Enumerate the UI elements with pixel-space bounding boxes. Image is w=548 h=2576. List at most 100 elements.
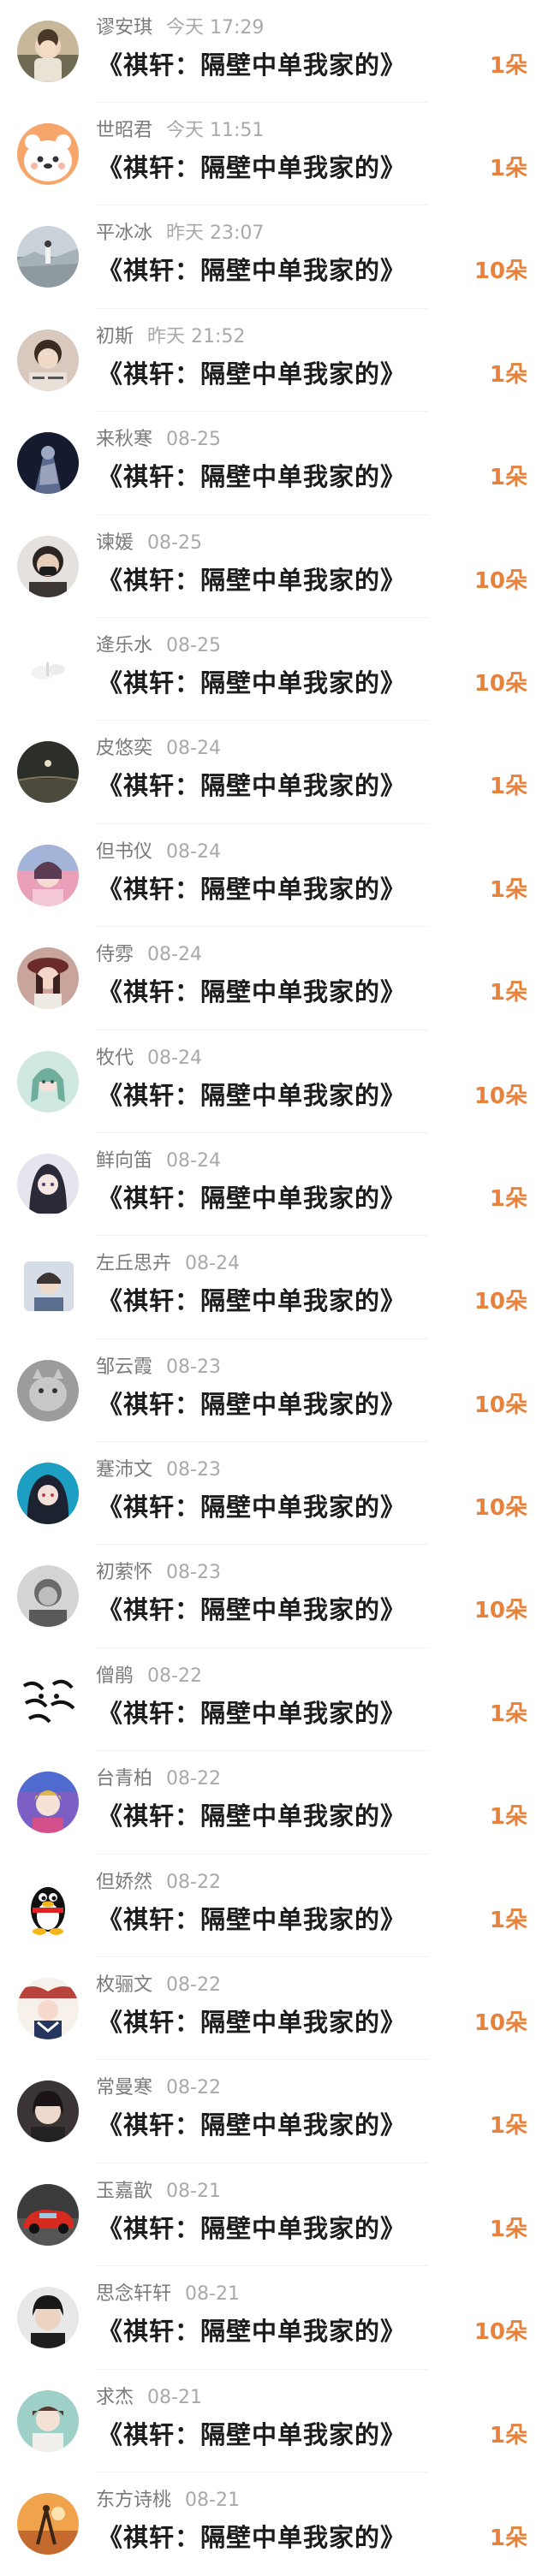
list-item[interactable]: 来秋寒 08-25 《祺轩：隔壁中单我家的》 1朵 bbox=[0, 412, 548, 515]
item-title[interactable]: 《祺轩：隔壁中单我家的》 bbox=[98, 2520, 406, 2555]
item-title[interactable]: 《祺轩：隔壁中单我家的》 bbox=[98, 1284, 406, 1318]
item-title[interactable]: 《祺轩：隔壁中单我家的》 bbox=[98, 2005, 406, 2039]
item-title[interactable]: 《祺轩：隔壁中单我家的》 bbox=[98, 1181, 406, 1215]
avatar[interactable] bbox=[17, 844, 79, 906]
list-item[interactable]: 枚骊文 08-22 《祺轩：隔壁中单我家的》 10朵 bbox=[0, 1957, 548, 2061]
user-name[interactable]: 台青柏 bbox=[96, 1768, 152, 1790]
item-title[interactable]: 《祺轩：隔壁中单我家的》 bbox=[98, 2108, 406, 2142]
list-item[interactable]: 东方诗桃 08-21 《祺轩：隔壁中单我家的》 1朵 bbox=[0, 2472, 548, 2575]
avatar[interactable] bbox=[17, 1359, 79, 1422]
item-title[interactable]: 《祺轩：隔壁中单我家的》 bbox=[98, 1490, 406, 1524]
item-title[interactable]: 《祺轩：隔壁中单我家的》 bbox=[98, 1387, 406, 1422]
user-name[interactable]: 东方诗桃 bbox=[96, 2490, 171, 2511]
user-name[interactable]: 但书仪 bbox=[96, 841, 152, 863]
user-name[interactable]: 谏媛 bbox=[96, 532, 134, 554]
avatar[interactable] bbox=[17, 123, 79, 185]
avatar[interactable] bbox=[17, 1668, 79, 1730]
list-item[interactable]: 初斯 昨天 21:52 《祺轩：隔壁中单我家的》 1朵 bbox=[0, 309, 548, 413]
avatar[interactable] bbox=[17, 21, 79, 82]
list-item[interactable]: 台青柏 08-22 《祺轩：隔壁中单我家的》 1朵 bbox=[0, 1751, 548, 1855]
avatar[interactable] bbox=[17, 1874, 79, 1937]
list-item[interactable]: 邹云霞 08-23 《祺轩：隔壁中单我家的》 10朵 bbox=[0, 1339, 548, 1443]
user-name[interactable]: 左丘思卉 bbox=[96, 1253, 171, 1274]
list-item[interactable]: 鲜向笛 08-24 《祺轩：隔壁中单我家的》 1朵 bbox=[0, 1133, 548, 1237]
user-name[interactable]: 初萦怀 bbox=[96, 1562, 152, 1583]
user-name[interactable]: 逄乐水 bbox=[96, 635, 152, 656]
item-title[interactable]: 《祺轩：隔壁中单我家的》 bbox=[98, 666, 406, 700]
avatar[interactable] bbox=[17, 947, 79, 1010]
avatar[interactable] bbox=[17, 1050, 79, 1113]
list-item[interactable]: 平冰冰 昨天 23:07 《祺轩：隔壁中单我家的》 10朵 bbox=[0, 205, 548, 309]
item-title[interactable]: 《祺轩：隔壁中单我家的》 bbox=[98, 1799, 406, 1833]
item-title[interactable]: 《祺轩：隔壁中单我家的》 bbox=[98, 2418, 406, 2452]
avatar[interactable] bbox=[17, 2080, 79, 2143]
avatar[interactable] bbox=[17, 432, 79, 495]
item-title[interactable]: 《祺轩：隔壁中单我家的》 bbox=[98, 1078, 406, 1113]
list-item[interactable]: 玉嘉歆 08-21 《祺轩：隔壁中单我家的》 1朵 bbox=[0, 2163, 548, 2267]
avatar[interactable] bbox=[17, 2389, 79, 2452]
list-item[interactable]: 世昭君 今天 11:51 《祺轩：隔壁中单我家的》 1朵 bbox=[0, 103, 548, 206]
list-item[interactable]: 侍雰 08-24 《祺轩：隔壁中单我家的》 1朵 bbox=[0, 927, 548, 1030]
user-name[interactable]: 平冰冰 bbox=[96, 223, 152, 244]
item-title[interactable]: 《祺轩：隔壁中单我家的》 bbox=[98, 253, 406, 288]
avatar[interactable] bbox=[17, 1772, 79, 1834]
user-name[interactable]: 牧代 bbox=[96, 1048, 134, 1069]
avatar[interactable] bbox=[17, 1978, 79, 2040]
list-item[interactable]: 谏媛 08-25 《祺轩：隔壁中单我家的》 10朵 bbox=[0, 515, 548, 618]
item-title[interactable]: 《祺轩：隔壁中单我家的》 bbox=[98, 48, 406, 82]
item-title[interactable]: 《祺轩：隔壁中单我家的》 bbox=[98, 2211, 406, 2246]
item-title[interactable]: 《祺轩：隔壁中单我家的》 bbox=[98, 151, 406, 185]
item-title[interactable]: 《祺轩：隔壁中单我家的》 bbox=[98, 975, 406, 1009]
item-title[interactable]: 《祺轩：隔壁中单我家的》 bbox=[98, 1593, 406, 1627]
user-name[interactable]: 皮悠奕 bbox=[96, 738, 152, 759]
list-item[interactable]: 常曼寒 08-22 《祺轩：隔壁中单我家的》 1朵 bbox=[0, 2060, 548, 2163]
user-name[interactable]: 来秋寒 bbox=[96, 429, 152, 450]
list-item[interactable]: 初萦怀 08-23 《祺轩：隔壁中单我家的》 10朵 bbox=[0, 1545, 548, 1648]
user-name[interactable]: 但娇然 bbox=[96, 1872, 152, 1893]
avatar[interactable] bbox=[17, 535, 79, 597]
user-name[interactable]: 侍雰 bbox=[96, 944, 134, 965]
user-name[interactable]: 初斯 bbox=[96, 326, 134, 347]
avatar[interactable] bbox=[17, 1565, 79, 1628]
user-name[interactable]: 求杰 bbox=[96, 2387, 134, 2408]
item-title[interactable]: 《祺轩：隔壁中单我家的》 bbox=[98, 563, 406, 597]
user-name[interactable]: 世昭君 bbox=[96, 120, 152, 141]
list-item[interactable]: 牧代 08-24 《祺轩：隔壁中单我家的》 10朵 bbox=[0, 1030, 548, 1133]
list-item[interactable]: 求杰 08-21 《祺轩：隔壁中单我家的》 1朵 bbox=[0, 2370, 548, 2472]
avatar[interactable] bbox=[17, 329, 79, 391]
avatar[interactable] bbox=[17, 226, 79, 288]
avatar[interactable] bbox=[17, 2492, 79, 2555]
item-title[interactable]: 《祺轩：隔壁中单我家的》 bbox=[98, 1902, 406, 1937]
avatar[interactable] bbox=[17, 2183, 79, 2246]
item-title[interactable]: 《祺轩：隔壁中单我家的》 bbox=[98, 2314, 406, 2348]
user-name[interactable]: 常曼寒 bbox=[96, 2077, 152, 2098]
avatar[interactable] bbox=[17, 638, 79, 700]
list-item[interactable]: 僧鹃 08-22 《祺轩：隔壁中单我家的》 1朵 bbox=[0, 1648, 548, 1752]
item-title[interactable]: 《祺轩：隔壁中单我家的》 bbox=[98, 1696, 406, 1730]
user-name[interactable]: 谬安琪 bbox=[96, 17, 152, 39]
item-title[interactable]: 《祺轩：隔壁中单我家的》 bbox=[98, 872, 406, 906]
avatar[interactable] bbox=[17, 1153, 79, 1215]
item-title[interactable]: 《祺轩：隔壁中单我家的》 bbox=[98, 769, 406, 803]
list-item[interactable]: 但书仪 08-24 《祺轩：隔壁中单我家的》 1朵 bbox=[0, 824, 548, 928]
list-item[interactable]: 谬安琪 今天 17:29 《祺轩：隔壁中单我家的》 1朵 bbox=[0, 0, 548, 103]
avatar[interactable] bbox=[17, 2287, 79, 2349]
user-name[interactable]: 鲜向笛 bbox=[96, 1150, 152, 1172]
list-item[interactable]: 皮悠奕 08-24 《祺轩：隔壁中单我家的》 1朵 bbox=[0, 721, 548, 824]
user-name[interactable]: 思念轩轩 bbox=[96, 2283, 171, 2305]
avatar[interactable] bbox=[24, 1261, 74, 1312]
user-name[interactable]: 邹云霞 bbox=[96, 1356, 152, 1378]
list-item[interactable]: 蹇沛文 08-23 《祺轩：隔壁中单我家的》 10朵 bbox=[0, 1442, 548, 1546]
list-item[interactable]: 左丘思卉 08-24 《祺轩：隔壁中单我家的》 10朵 bbox=[0, 1236, 548, 1339]
avatar[interactable] bbox=[17, 741, 79, 804]
user-name[interactable]: 枚骊文 bbox=[96, 1974, 152, 1996]
list-item[interactable]: 逄乐水 08-25 《祺轩：隔壁中单我家的》 10朵 bbox=[0, 618, 548, 721]
list-item[interactable]: 思念轩轩 08-21 《祺轩：隔壁中单我家的》 10朵 bbox=[0, 2266, 548, 2370]
item-title[interactable]: 《祺轩：隔壁中单我家的》 bbox=[98, 460, 406, 494]
list-item[interactable]: 但娇然 08-22 《祺轩：隔壁中单我家的》 1朵 bbox=[0, 1855, 548, 1958]
item-title[interactable]: 《祺轩：隔壁中单我家的》 bbox=[98, 357, 406, 391]
user-name[interactable]: 僧鹃 bbox=[96, 1665, 134, 1687]
user-name[interactable]: 玉嘉歆 bbox=[96, 2181, 152, 2202]
avatar[interactable] bbox=[17, 1463, 79, 1525]
user-name[interactable]: 蹇沛文 bbox=[96, 1459, 152, 1481]
